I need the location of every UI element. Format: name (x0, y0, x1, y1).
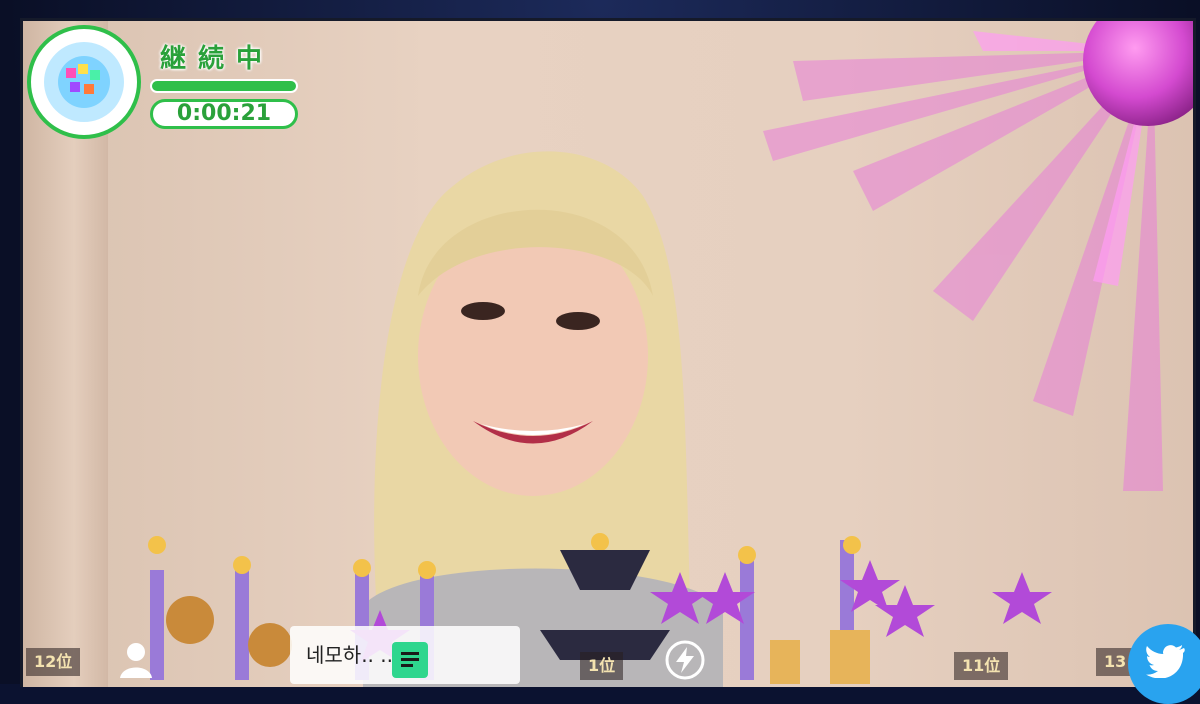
profile-icon (120, 643, 152, 678)
elapsed-timer: 0:00:21 (150, 99, 298, 129)
boost-button[interactable] (665, 640, 705, 680)
twitter-icon (1146, 645, 1185, 678)
twitter-share-button[interactable] (1128, 624, 1200, 704)
status-label: 継続中 (160, 44, 275, 74)
rank-tag: 11位 (954, 652, 1009, 680)
stream-progress-bar (150, 79, 298, 93)
rank-tag: 1位 (580, 652, 624, 680)
disco-ball-icon (44, 42, 124, 122)
comment-list-button[interactable] (392, 642, 428, 678)
lightning-icon (665, 640, 705, 680)
comment-list-icon (401, 652, 419, 667)
stream-badge[interactable] (27, 25, 141, 139)
profile-button[interactable] (116, 640, 156, 680)
rank-tag: 12位 (26, 648, 81, 676)
